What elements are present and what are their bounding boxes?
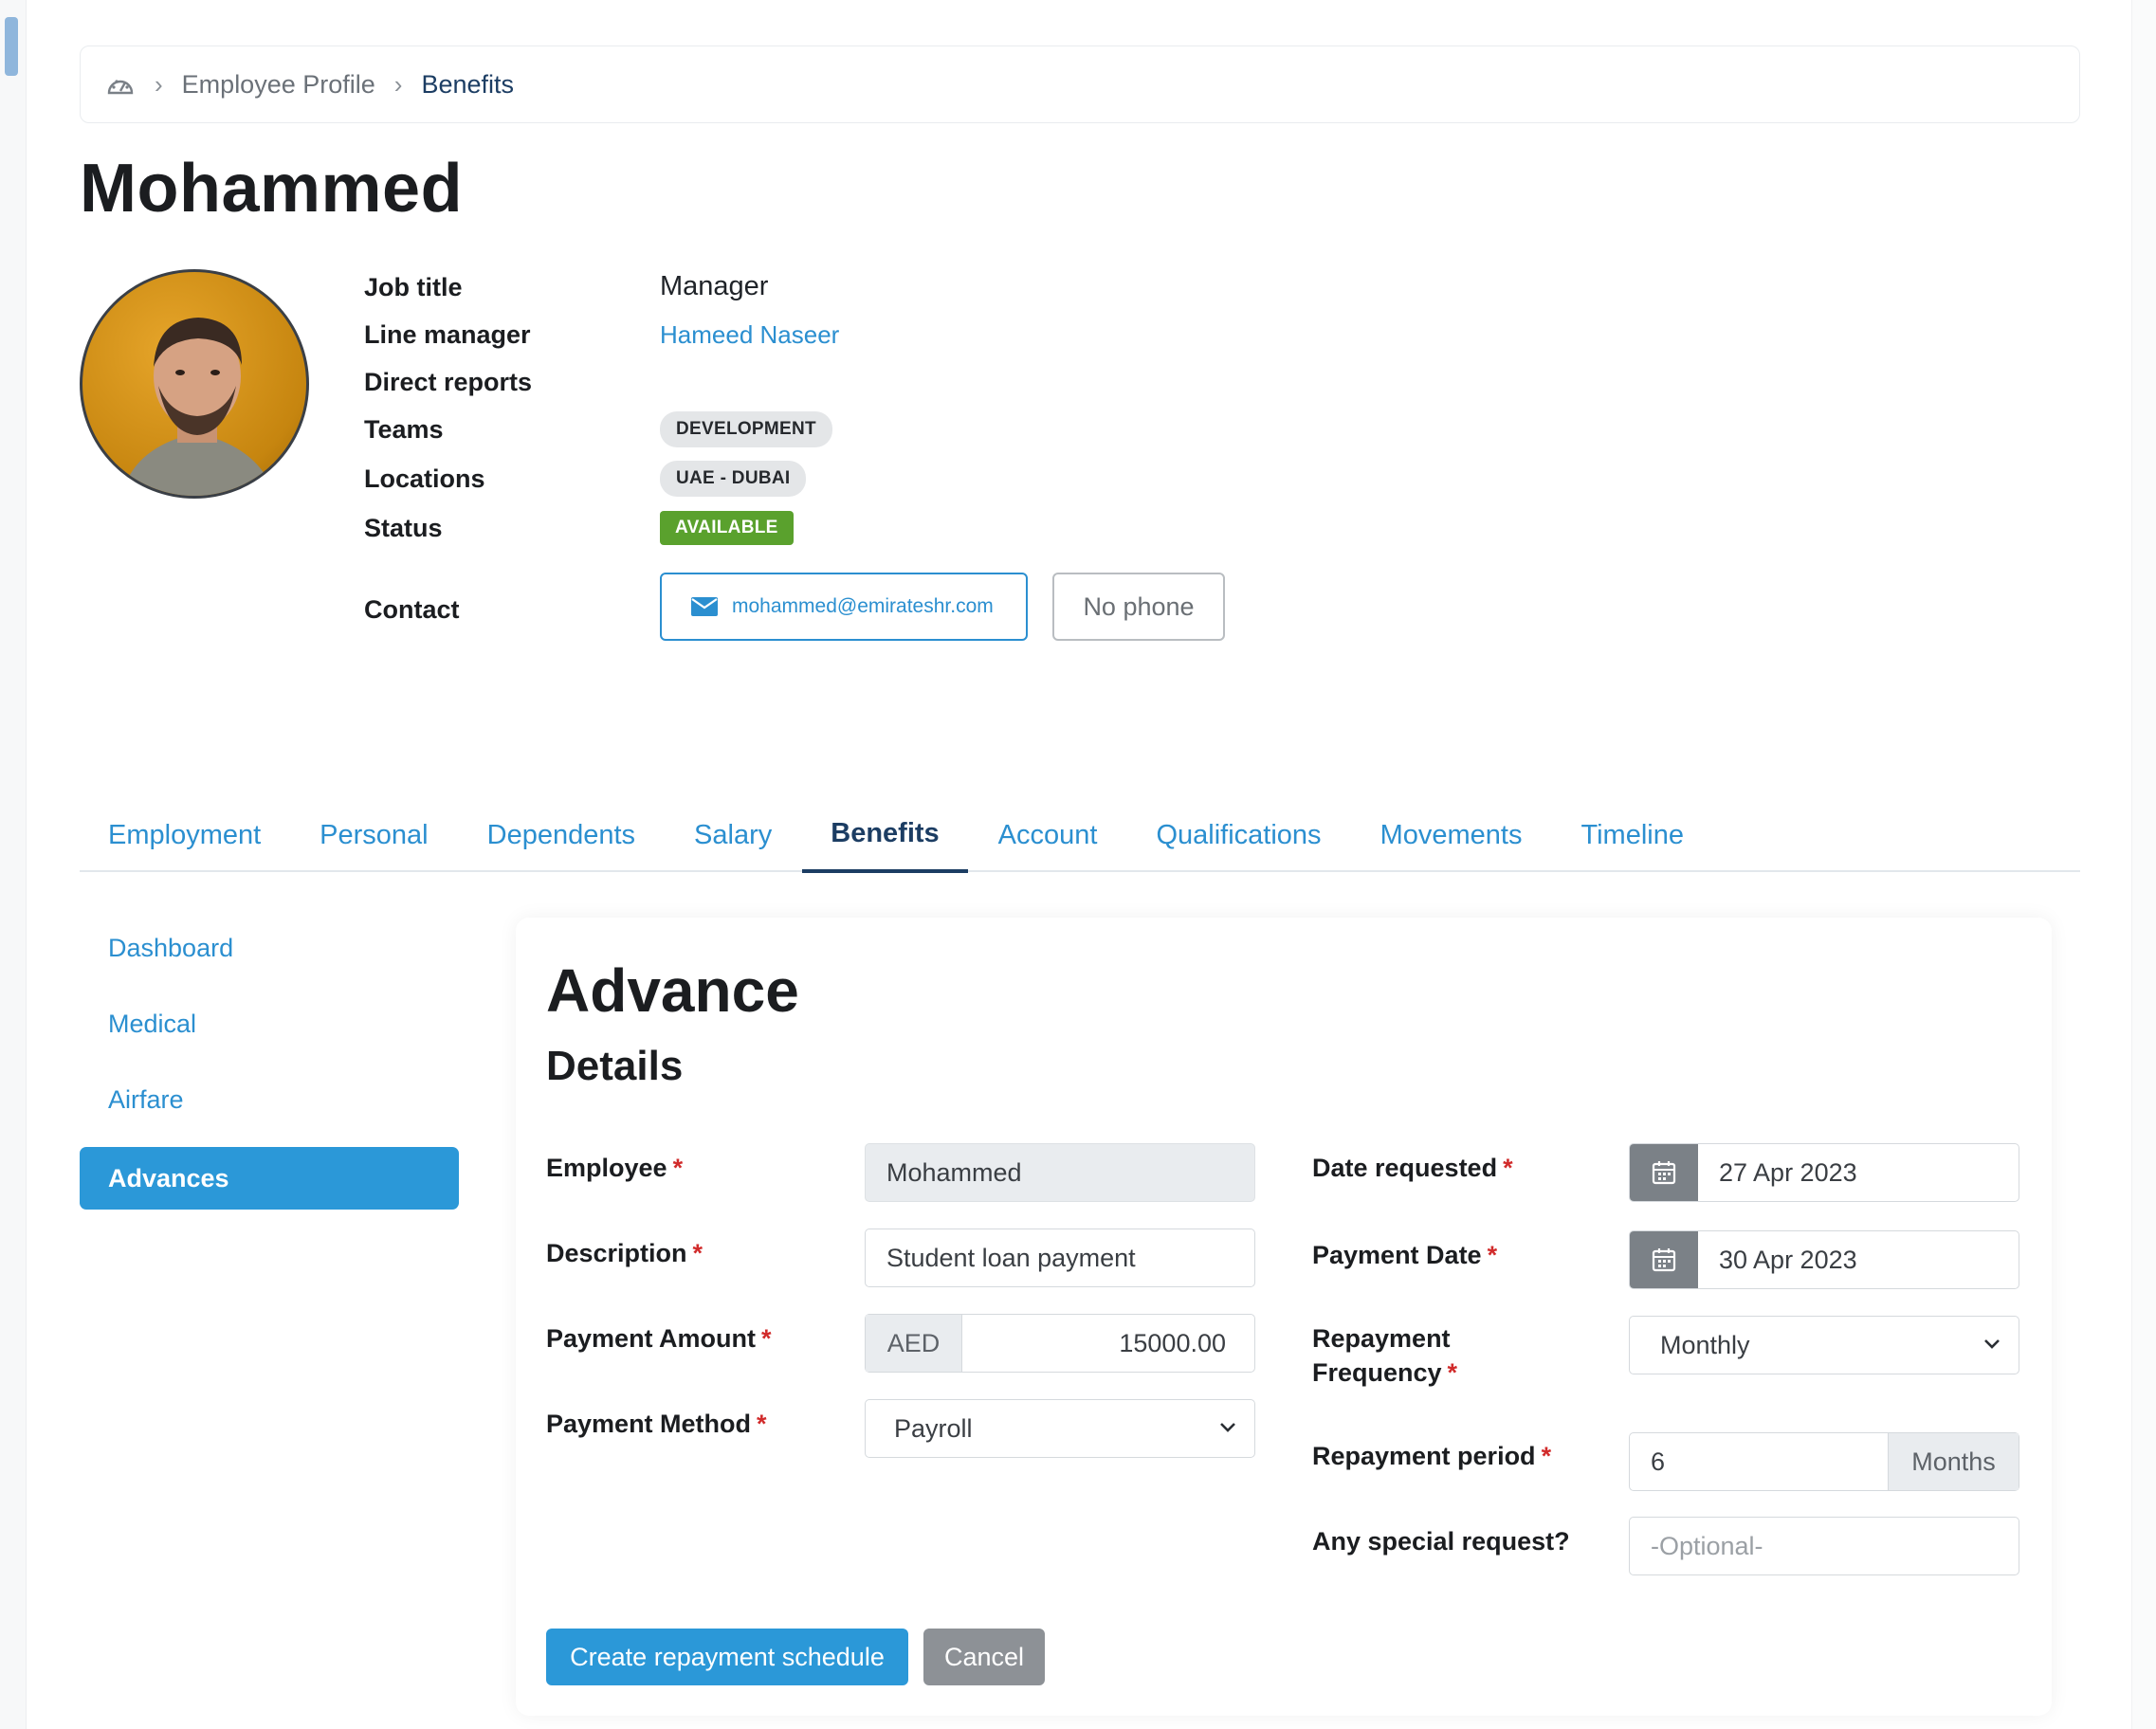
- payment-method-value: Payroll: [894, 1413, 973, 1443]
- tab-timeline[interactable]: Timeline: [1552, 798, 1712, 872]
- teams-label: Teams: [364, 415, 444, 444]
- line-manager-label: Line manager: [364, 320, 531, 349]
- left-edge-panel: [0, 0, 27, 1729]
- date-requested-value: 27 Apr 2023: [1719, 1157, 1857, 1187]
- dashboard-home-icon[interactable]: [105, 72, 136, 97]
- line-manager-link[interactable]: Hameed Naseer: [660, 320, 839, 350]
- repayment-frequency-value: Monthly: [1660, 1330, 1750, 1359]
- advance-form-card: Advance Details Employee * Mohammed Descr…: [516, 918, 2052, 1716]
- payment-date-label: Payment Date *: [1312, 1241, 1498, 1269]
- locations-label: Locations: [364, 464, 485, 493]
- form-subtitle: Details: [546, 1043, 684, 1089]
- date-requested-label: Date requested *: [1312, 1154, 1513, 1182]
- payment-amount-input[interactable]: AED 15000.00: [865, 1314, 1255, 1373]
- payment-amount-value: 15000.00: [1119, 1328, 1226, 1357]
- payment-method-label: Payment Method *: [546, 1410, 767, 1438]
- months-addon: Months: [1888, 1433, 2019, 1490]
- form-title: Advance: [546, 956, 799, 1025]
- special-request-placeholder: -Optional-: [1651, 1531, 1763, 1560]
- repayment-frequency-label: Repayment Frequency *: [1312, 1324, 1458, 1387]
- special-request-input[interactable]: -Optional-: [1629, 1517, 2019, 1575]
- status-badge: AVAILABLE: [660, 511, 794, 545]
- create-repayment-schedule-button[interactable]: Create repayment schedule: [546, 1629, 908, 1685]
- repayment-period-input[interactable]: 6 Months: [1629, 1432, 2019, 1491]
- payment-method-select[interactable]: Payroll: [865, 1399, 1255, 1458]
- tab-dependents[interactable]: Dependents: [459, 798, 664, 872]
- contact-label: Contact: [364, 595, 460, 624]
- sidebar-item-advances[interactable]: Advances: [80, 1147, 459, 1210]
- profile-summary: Job title Manager Line manager Hameed Na…: [80, 269, 2080, 715]
- chevron-down-icon: [1984, 1339, 2000, 1349]
- description-input[interactable]: Student loan payment: [865, 1228, 1255, 1287]
- currency-addon: AED: [866, 1315, 962, 1372]
- calendar-icon[interactable]: [1630, 1144, 1698, 1201]
- employee-field[interactable]: Mohammed: [865, 1143, 1255, 1202]
- team-badge: DEVELOPMENT: [660, 411, 832, 447]
- employee-field-label: Employee *: [546, 1154, 684, 1182]
- tab-qualifications[interactable]: Qualifications: [1127, 798, 1349, 872]
- right-edge-panel: [2131, 0, 2156, 1729]
- repayment-period-value: 6: [1651, 1447, 1666, 1476]
- profile-page: › Employee Profile › Benefits Mohammed J…: [80, 46, 2080, 715]
- payment-date-value: 30 Apr 2023: [1719, 1245, 1857, 1274]
- description-field-label: Description *: [546, 1239, 703, 1267]
- chevron-down-icon: [1220, 1423, 1235, 1432]
- payment-date-input[interactable]: 30 Apr 2023: [1629, 1230, 2019, 1289]
- email-address: mohammed@emirateshr.com: [732, 595, 994, 617]
- payment-amount-label: Payment Amount *: [546, 1324, 772, 1353]
- chevron-right-icon: ›: [393, 69, 403, 99]
- tab-benefits[interactable]: Benefits: [802, 798, 968, 873]
- employee-name: Mohammed: [80, 151, 464, 227]
- email-button[interactable]: mohammed@emirateshr.com: [660, 573, 1028, 641]
- location-badge: UAE - DUBAI: [660, 461, 807, 497]
- sidebar-item-dashboard[interactable]: Dashboard: [80, 910, 459, 986]
- breadcrumb: › Employee Profile › Benefits: [80, 46, 2080, 123]
- tab-movements[interactable]: Movements: [1352, 798, 1551, 872]
- job-title-value: Manager: [660, 271, 769, 301]
- calendar-icon[interactable]: [1630, 1231, 1698, 1288]
- date-requested-input[interactable]: 27 Apr 2023: [1629, 1143, 2019, 1202]
- sidebar-item-airfare[interactable]: Airfare: [80, 1062, 459, 1138]
- profile-tabs: Employment Personal Dependents Salary Be…: [80, 798, 2080, 873]
- sidebar-item-medical[interactable]: Medical: [80, 986, 459, 1062]
- tab-account[interactable]: Account: [970, 798, 1126, 872]
- special-request-label: Any special request?: [1312, 1527, 1570, 1556]
- mail-icon: [691, 597, 718, 616]
- employee-field-value: Mohammed: [886, 1157, 1022, 1187]
- benefits-sidebar: Dashboard Medical Airfare Advances: [80, 910, 459, 1210]
- tab-personal[interactable]: Personal: [291, 798, 456, 872]
- panel-handle[interactable]: [5, 17, 18, 76]
- cancel-button[interactable]: Cancel: [923, 1629, 1045, 1685]
- tab-employment[interactable]: Employment: [80, 798, 289, 872]
- repayment-period-label: Repayment period *: [1312, 1442, 1552, 1470]
- repayment-frequency-select[interactable]: Monthly: [1629, 1316, 2019, 1374]
- breadcrumb-benefits: Benefits: [421, 69, 515, 99]
- direct-reports-label: Direct reports: [364, 368, 533, 396]
- status-label: Status: [364, 514, 443, 542]
- job-title-label: Job title: [364, 273, 463, 301]
- tab-salary[interactable]: Salary: [666, 798, 800, 872]
- phone-button[interactable]: No phone: [1052, 573, 1225, 641]
- breadcrumb-employee-profile[interactable]: Employee Profile: [182, 70, 375, 100]
- chevron-right-icon: ›: [155, 69, 163, 99]
- avatar: [80, 269, 309, 499]
- description-input-value: Student loan payment: [886, 1243, 1136, 1272]
